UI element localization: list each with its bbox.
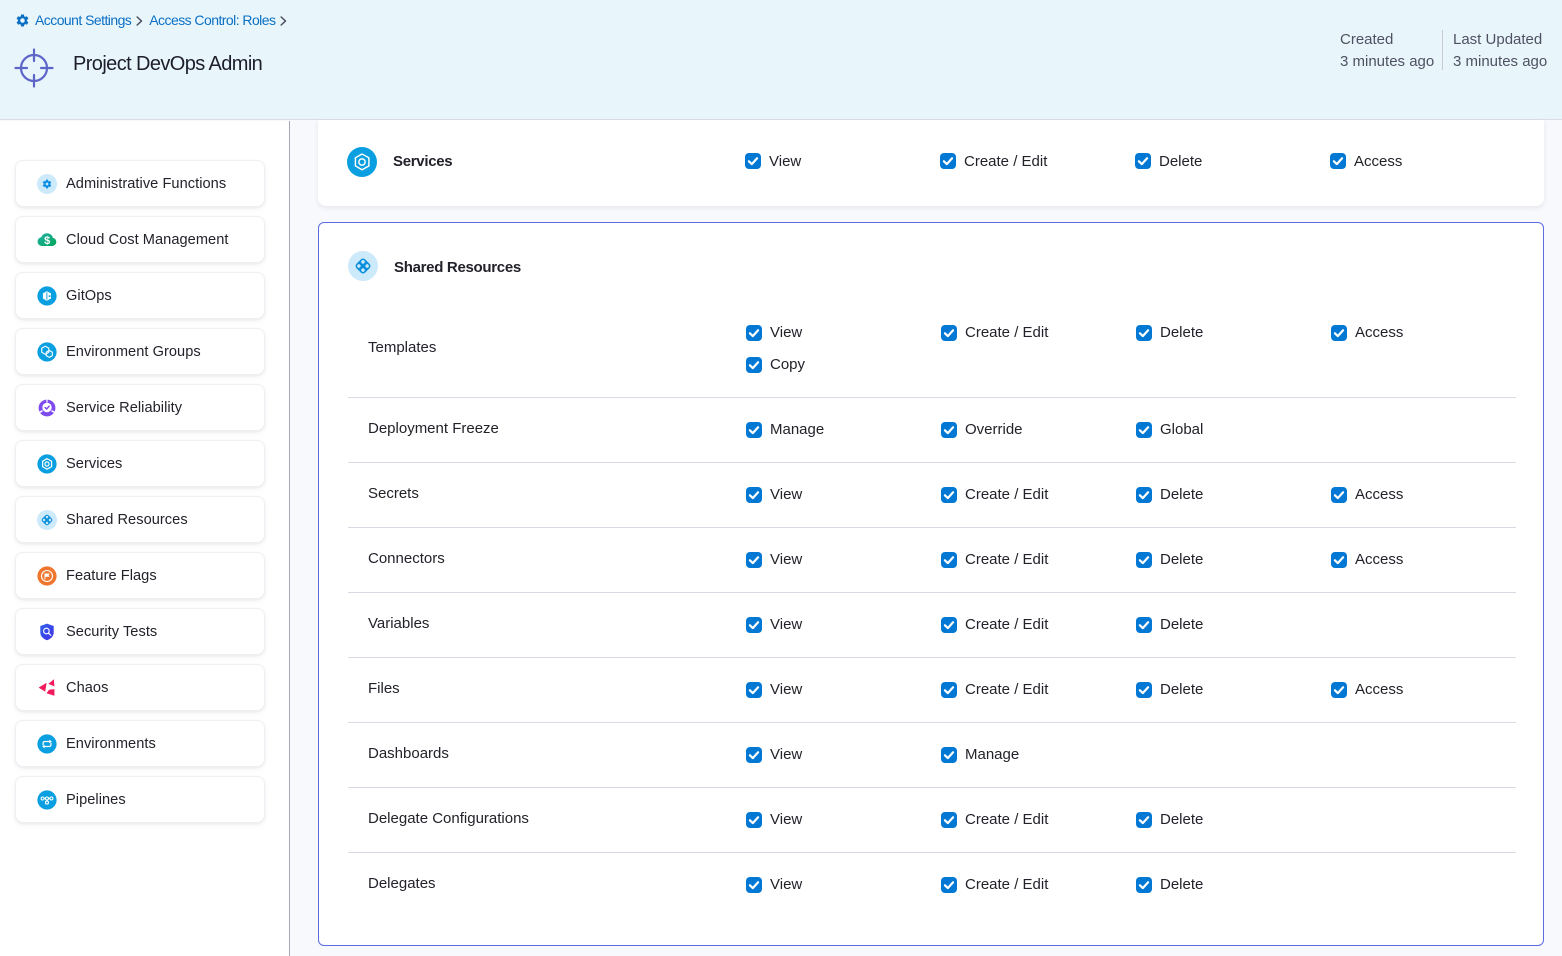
svg-text:$: $ (44, 234, 50, 246)
